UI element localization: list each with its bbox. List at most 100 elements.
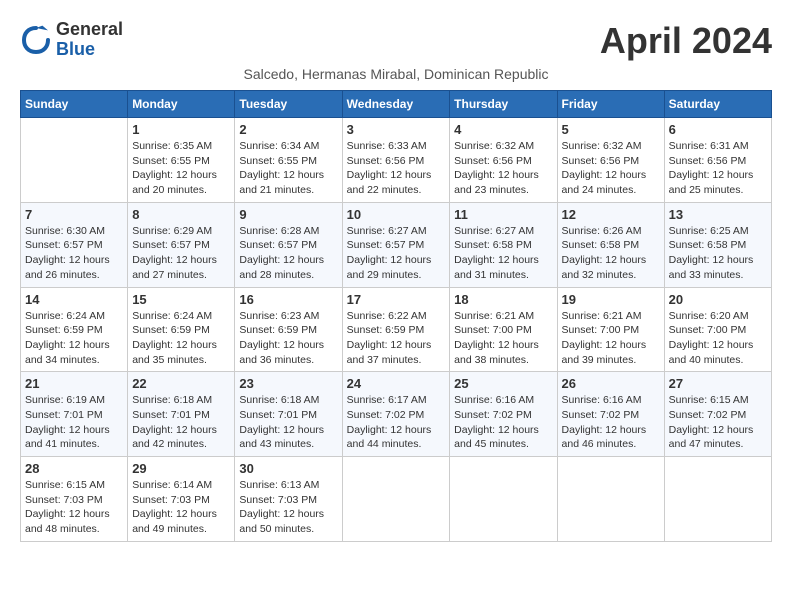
day-info: Sunrise: 6:23 AMSunset: 6:59 PMDaylight:… xyxy=(239,309,337,368)
calendar-body: 1 Sunrise: 6:35 AMSunset: 6:55 PMDaylight… xyxy=(21,118,772,542)
day-number: 24 xyxy=(347,376,446,391)
day-number: 2 xyxy=(239,122,337,137)
weekday-monday: Monday xyxy=(128,91,235,118)
calendar-cell: 28Sunrise: 6:15 AMSunset: 7:03 PMDayligh… xyxy=(21,457,128,542)
calendar-header: SundayMondayTuesdayWednesdayThursdayFrid… xyxy=(21,91,772,118)
calendar-cell xyxy=(21,118,128,203)
calendar-cell xyxy=(557,457,664,542)
day-info: Sunrise: 6:25 AMSunset: 6:58 PMDaylight:… xyxy=(669,224,767,283)
calendar-cell: 27 Sunrise: 6:15 AMSunset: 7:02 PMDayligh… xyxy=(664,372,771,457)
calendar-week-3: 21Sunrise: 6:19 AMSunset: 7:01 PMDayligh… xyxy=(21,372,772,457)
calendar-cell: 9 Sunrise: 6:28 AMSunset: 6:57 PMDaylight… xyxy=(235,202,342,287)
calendar-week-0: 1 Sunrise: 6:35 AMSunset: 6:55 PMDaylight… xyxy=(21,118,772,203)
day-info: Sunrise: 6:24 AMSunset: 6:59 PMDaylight:… xyxy=(132,309,230,368)
day-info: Sunrise: 6:32 AMSunset: 6:56 PMDaylight:… xyxy=(562,139,660,198)
title-block: April 2024 xyxy=(600,20,772,62)
weekday-thursday: Thursday xyxy=(450,91,557,118)
calendar-cell xyxy=(664,457,771,542)
day-info: Sunrise: 6:18 AMSunset: 7:01 PMDaylight:… xyxy=(239,393,337,452)
calendar-cell: 6 Sunrise: 6:31 AMSunset: 6:56 PMDaylight… xyxy=(664,118,771,203)
day-info: Sunrise: 6:26 AMSunset: 6:58 PMDaylight:… xyxy=(562,224,660,283)
calendar-cell: 30Sunrise: 6:13 AMSunset: 7:03 PMDayligh… xyxy=(235,457,342,542)
calendar-cell: 24 Sunrise: 6:17 AMSunset: 7:02 PMDayligh… xyxy=(342,372,450,457)
calendar-cell: 26Sunrise: 6:16 AMSunset: 7:02 PMDayligh… xyxy=(557,372,664,457)
day-number: 22 xyxy=(132,376,230,391)
day-info: Sunrise: 6:28 AMSunset: 6:57 PMDaylight:… xyxy=(239,224,337,283)
calendar-cell: 25 Sunrise: 6:16 AMSunset: 7:02 PMDayligh… xyxy=(450,372,557,457)
day-info: Sunrise: 6:29 AMSunset: 6:57 PMDaylight:… xyxy=(132,224,230,283)
calendar-cell: 3Sunrise: 6:33 AMSunset: 6:56 PMDaylight… xyxy=(342,118,450,203)
day-info: Sunrise: 6:31 AMSunset: 6:56 PMDaylight:… xyxy=(669,139,767,198)
day-number: 16 xyxy=(239,292,337,307)
calendar-cell: 29 Sunrise: 6:14 AMSunset: 7:03 PMDayligh… xyxy=(128,457,235,542)
calendar-cell: 23 Sunrise: 6:18 AMSunset: 7:01 PMDayligh… xyxy=(235,372,342,457)
day-info: Sunrise: 6:21 AMSunset: 7:00 PMDaylight:… xyxy=(454,309,552,368)
calendar-cell: 12 Sunrise: 6:26 AMSunset: 6:58 PMDayligh… xyxy=(557,202,664,287)
day-number: 13 xyxy=(669,207,767,222)
day-info: Sunrise: 6:15 AMSunset: 7:03 PMDaylight:… xyxy=(25,478,123,537)
calendar-cell: 22 Sunrise: 6:18 AMSunset: 7:01 PMDayligh… xyxy=(128,372,235,457)
day-info: Sunrise: 6:14 AMSunset: 7:03 PMDaylight:… xyxy=(132,478,230,537)
calendar-cell: 1 Sunrise: 6:35 AMSunset: 6:55 PMDaylight… xyxy=(128,118,235,203)
calendar-cell: 20Sunrise: 6:20 AMSunset: 7:00 PMDayligh… xyxy=(664,287,771,372)
day-info: Sunrise: 6:34 AMSunset: 6:55 PMDaylight:… xyxy=(239,139,337,198)
day-number: 4 xyxy=(454,122,552,137)
calendar-cell: 18 Sunrise: 6:21 AMSunset: 7:00 PMDayligh… xyxy=(450,287,557,372)
calendar-cell: 7 Sunrise: 6:30 AMSunset: 6:57 PMDaylight… xyxy=(21,202,128,287)
day-info: Sunrise: 6:30 AMSunset: 6:57 PMDaylight:… xyxy=(25,224,123,283)
day-number: 27 xyxy=(669,376,767,391)
day-number: 1 xyxy=(132,122,230,137)
calendar-cell xyxy=(342,457,450,542)
day-number: 7 xyxy=(25,207,123,222)
day-number: 6 xyxy=(669,122,767,137)
calendar-cell: 13 Sunrise: 6:25 AMSunset: 6:58 PMDayligh… xyxy=(664,202,771,287)
day-info: Sunrise: 6:24 AMSunset: 6:59 PMDaylight:… xyxy=(25,309,123,368)
calendar-cell xyxy=(450,457,557,542)
calendar-cell: 15 Sunrise: 6:24 AMSunset: 6:59 PMDayligh… xyxy=(128,287,235,372)
day-number: 29 xyxy=(132,461,230,476)
day-number: 12 xyxy=(562,207,660,222)
day-info: Sunrise: 6:19 AMSunset: 7:01 PMDaylight:… xyxy=(25,393,123,452)
day-number: 23 xyxy=(239,376,337,391)
day-info: Sunrise: 6:27 AMSunset: 6:58 PMDaylight:… xyxy=(454,224,552,283)
day-number: 9 xyxy=(239,207,337,222)
day-info: Sunrise: 6:17 AMSunset: 7:02 PMDaylight:… xyxy=(347,393,446,452)
day-number: 17 xyxy=(347,292,446,307)
day-number: 3 xyxy=(347,122,446,137)
calendar-table: SundayMondayTuesdayWednesdayThursdayFrid… xyxy=(20,90,772,542)
calendar-cell: 8 Sunrise: 6:29 AMSunset: 6:57 PMDaylight… xyxy=(128,202,235,287)
calendar-cell: 16 Sunrise: 6:23 AMSunset: 6:59 PMDayligh… xyxy=(235,287,342,372)
calendar-week-2: 14 Sunrise: 6:24 AMSunset: 6:59 PMDayligh… xyxy=(21,287,772,372)
logo-blue-text: Blue xyxy=(56,39,95,59)
calendar-cell: 10Sunrise: 6:27 AMSunset: 6:57 PMDayligh… xyxy=(342,202,450,287)
day-number: 15 xyxy=(132,292,230,307)
day-number: 8 xyxy=(132,207,230,222)
day-info: Sunrise: 6:15 AMSunset: 7:02 PMDaylight:… xyxy=(669,393,767,452)
day-number: 20 xyxy=(669,292,767,307)
calendar-cell: 5 Sunrise: 6:32 AMSunset: 6:56 PMDaylight… xyxy=(557,118,664,203)
day-info: Sunrise: 6:21 AMSunset: 7:00 PMDaylight:… xyxy=(562,309,660,368)
day-info: Sunrise: 6:22 AMSunset: 6:59 PMDaylight:… xyxy=(347,309,446,368)
day-number: 10 xyxy=(347,207,446,222)
weekday-friday: Friday xyxy=(557,91,664,118)
day-number: 26 xyxy=(562,376,660,391)
day-info: Sunrise: 6:18 AMSunset: 7:01 PMDaylight:… xyxy=(132,393,230,452)
day-number: 14 xyxy=(25,292,123,307)
logo: General Blue xyxy=(20,20,123,60)
weekday-sunday: Sunday xyxy=(21,91,128,118)
weekday-header-row: SundayMondayTuesdayWednesdayThursdayFrid… xyxy=(21,91,772,118)
day-number: 18 xyxy=(454,292,552,307)
month-title: April 2024 xyxy=(600,20,772,62)
logo-icon xyxy=(20,24,52,56)
day-info: Sunrise: 6:16 AMSunset: 7:02 PMDaylight:… xyxy=(454,393,552,452)
weekday-saturday: Saturday xyxy=(664,91,771,118)
logo-general-text: General xyxy=(56,19,123,39)
calendar-cell: 21Sunrise: 6:19 AMSunset: 7:01 PMDayligh… xyxy=(21,372,128,457)
page-header: General Blue April 2024 xyxy=(20,20,772,62)
location-subtitle: Salcedo, Hermanas Mirabal, Dominican Rep… xyxy=(20,66,772,82)
day-number: 11 xyxy=(454,207,552,222)
day-info: Sunrise: 6:13 AMSunset: 7:03 PMDaylight:… xyxy=(239,478,337,537)
day-number: 5 xyxy=(562,122,660,137)
day-info: Sunrise: 6:35 AMSunset: 6:55 PMDaylight:… xyxy=(132,139,230,198)
day-number: 25 xyxy=(454,376,552,391)
